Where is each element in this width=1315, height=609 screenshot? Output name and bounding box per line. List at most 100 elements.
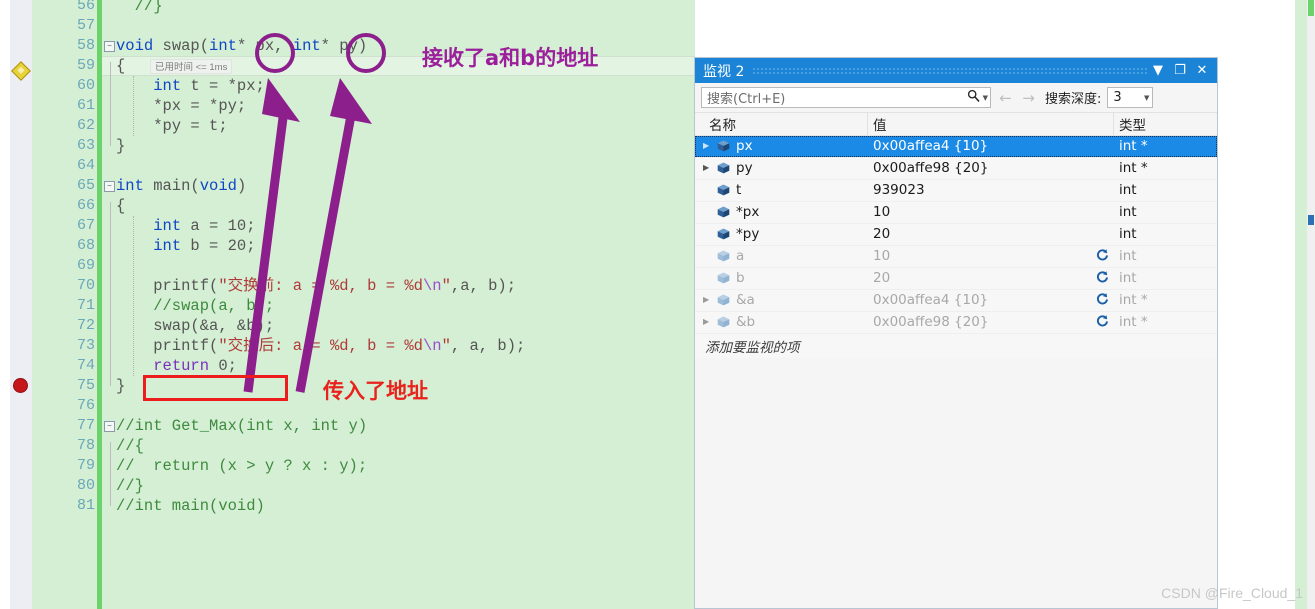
watch-variable-name[interactable]: *py [736,226,759,242]
close-icon[interactable]: ✕ [1191,60,1213,81]
annotation-top-note: 接收了a和b的地址 [422,46,599,70]
code-line[interactable]: void swap(int* px, int* py) [116,36,367,56]
refresh-icon[interactable] [1095,248,1109,266]
code-line[interactable]: printf("交换后: a = %d, b = %d\n", a, b); [116,336,525,356]
watch-row[interactable]: *px 10 int [695,202,1217,224]
code-line[interactable]: { [116,196,125,216]
search-depth-select[interactable]: 3 ▼ [1107,87,1154,108]
code-line[interactable]: { [116,56,125,76]
line-number: 58 [76,37,95,54]
expand-chevron-icon[interactable]: ▶ [703,141,712,151]
expand-chevron-icon[interactable]: ▶ [703,317,712,327]
watch-row[interactable]: ▶ py 0x00affe98 {20} int * [695,158,1217,180]
watch-variable-name[interactable]: t [736,182,741,198]
watch-row[interactable]: t 939023 int [695,180,1217,202]
code-line[interactable]: } [116,376,125,396]
watch-row[interactable]: b 20 int [695,268,1217,290]
watch-variable-value[interactable]: 939023 [873,182,925,198]
line-number: 70 [76,277,95,294]
search-input[interactable]: 搜索(Ctrl+E) ▼ [701,87,991,108]
watch-variable-name[interactable]: &a [736,292,755,308]
watch-variable-value[interactable]: 10 [873,204,890,220]
watch-variable-value[interactable]: 10 [873,248,890,264]
variable-cube-icon [717,316,730,328]
line-number: 61 [76,97,95,114]
watch-title-bar[interactable]: 监视 2 ▼ ❐ ✕ [695,58,1217,83]
watch-variable-value[interactable]: 20 [873,270,890,286]
column-header-value[interactable]: 值 [873,114,887,134]
variable-cube-icon [717,206,730,218]
editor-vertical-scrollbar[interactable] [1307,0,1315,609]
watch-variable-value[interactable]: 0x00affea4 {10} [873,138,988,154]
code-line[interactable]: //int Get_Max(int x, int y) [116,416,367,436]
maximize-icon[interactable]: ❐ [1169,60,1191,81]
line-number: 63 [76,137,95,154]
code-line[interactable]: //} [116,0,163,16]
search-forward-icon[interactable]: → [1020,89,1037,107]
chevron-down-icon[interactable]: ▼ [1147,60,1169,81]
watch-variable-type: int [1119,226,1137,242]
watch-variable-name[interactable]: &b [736,314,755,330]
code-line[interactable]: int b = 20; [116,236,255,256]
watch-variable-value[interactable]: 0x00affea4 {10} [873,292,988,308]
watch-variable-name[interactable]: *px [736,204,759,220]
watch-variable-value[interactable]: 20 [873,226,890,242]
line-number: 72 [76,317,95,334]
watch-toolbar[interactable]: 搜索(Ctrl+E) ▼ ← → 搜索深度: 3 ▼ [695,83,1217,113]
column-header-name[interactable]: 名称 [709,114,736,134]
code-line[interactable]: //int main(void) [116,496,265,516]
code-line[interactable]: swap(&a, &b); [116,316,274,336]
watch-row[interactable]: ▶ px 0x00affea4 {10} int * [695,136,1217,158]
fold-toggle-icon[interactable]: − [104,181,115,192]
watch-row[interactable]: ▶ &b 0x00affe98 {20} int * [695,312,1217,334]
fold-toggle-icon[interactable]: − [104,421,115,432]
watch-variable-name[interactable]: px [736,138,753,154]
refresh-icon[interactable] [1095,292,1109,310]
code-structure-guide [110,202,111,386]
watch-variable-list[interactable]: ▶ px 0x00affea4 {10} int * ▶ py 0x00affe98 {20… [695,136,1217,334]
watch-window[interactable]: 监视 2 ▼ ❐ ✕ 搜索(Ctrl+E) ▼ ← → 搜索深度: 3 ▼ 名称… [694,57,1218,609]
watch-add-item-row[interactable]: 添加要监视的项 [695,334,1217,358]
watch-variable-value[interactable]: 0x00affe98 {20} [873,314,988,330]
search-back-icon[interactable]: ← [997,89,1014,107]
variable-cube-icon [717,184,730,196]
variable-cube-icon [717,294,730,306]
line-number: 67 [76,217,95,234]
watch-title-drag-handle[interactable] [752,67,1147,74]
expand-chevron-icon[interactable]: ▶ [703,295,712,305]
code-structure-guide [110,62,111,146]
search-icon[interactable] [966,89,982,106]
variable-cube-icon [717,162,730,174]
search-options-chevron-icon[interactable]: ▼ [983,94,988,102]
code-line[interactable]: printf("交换前: a = %d, b = %d\n",a, b); [116,276,516,296]
chevron-down-icon[interactable]: ▼ [1144,94,1149,102]
refresh-icon[interactable] [1095,314,1109,332]
code-line[interactable]: // return (x > y ? x : y); [116,456,367,476]
watch-variable-name[interactable]: b [736,270,745,286]
fold-toggle-icon[interactable]: − [104,41,115,52]
code-line[interactable]: //swap(a, b); [116,296,274,316]
code-line[interactable]: //{ [116,436,144,456]
variable-cube-icon [717,228,730,240]
watch-variable-type: int * [1119,138,1148,154]
watch-row[interactable]: ▶ &a 0x00affea4 {10} int * [695,290,1217,312]
watermark: CSDN @Fire_Cloud_1 [1161,585,1303,601]
code-line[interactable]: } [116,136,125,156]
column-header-type[interactable]: 类型 [1119,114,1146,134]
code-line[interactable]: //} [116,476,144,496]
watch-row[interactable]: *py 20 int [695,224,1217,246]
expand-chevron-icon[interactable]: ▶ [703,163,712,173]
watch-row[interactable]: a 10 int [695,246,1217,268]
code-line[interactable]: int t = *px; [116,76,265,96]
watch-variable-type: int [1119,204,1137,220]
editor-breakpoint-gutter[interactable] [10,0,32,609]
code-line[interactable]: int main(void) [116,176,246,196]
line-number: 76 [76,397,95,414]
refresh-icon[interactable] [1095,270,1109,288]
code-line[interactable]: int a = 10; [116,216,255,236]
watch-variable-name[interactable]: a [736,248,744,264]
breakpoint-marker[interactable] [13,378,28,393]
watch-variable-name[interactable]: py [736,160,753,176]
code-line[interactable]: *px = *py; [116,96,246,116]
watch-variable-value[interactable]: 0x00affe98 {20} [873,160,988,176]
